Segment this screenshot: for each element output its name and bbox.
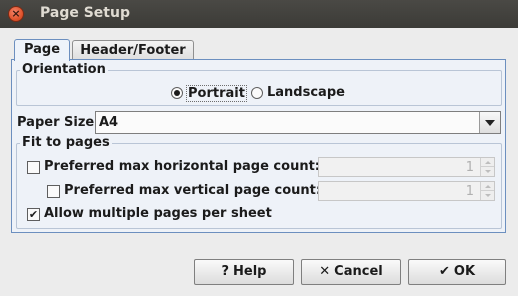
- tab-page[interactable]: Page: [14, 39, 70, 61]
- cancel-button[interactable]: ✕ Cancel: [301, 259, 401, 285]
- landscape-radio[interactable]: [251, 87, 263, 99]
- landscape-label[interactable]: Landscape: [267, 85, 345, 100]
- checkmark-icon: ✔: [438, 264, 450, 279]
- horizontal-count-label[interactable]: Preferred max horizontal page count:: [44, 159, 320, 174]
- allow-multiple-checkbox[interactable]: ✔: [27, 208, 40, 221]
- ok-button-label: OK: [453, 264, 476, 279]
- vertical-count-value: 1: [465, 184, 474, 199]
- fit-to-pages-label: Fit to pages: [20, 135, 112, 150]
- title-bar: × Page Setup: [0, 0, 518, 28]
- page-setup-dialog: × Page Setup Page Header/Footer Orientat…: [0, 0, 518, 296]
- vertical-count-label[interactable]: Preferred max vertical page count:: [64, 183, 321, 198]
- spin-up-icon[interactable]: [480, 158, 494, 167]
- spin-down-icon[interactable]: [480, 167, 494, 176]
- portrait-radio[interactable]: [171, 87, 183, 99]
- close-icon[interactable]: ×: [8, 6, 24, 22]
- paper-size-select[interactable]: A4: [95, 111, 501, 134]
- allow-multiple-label[interactable]: Allow multiple pages per sheet: [44, 206, 272, 221]
- horizontal-count-spinner[interactable]: 1: [318, 157, 495, 177]
- ok-button[interactable]: ✔ OK: [408, 259, 506, 285]
- horizontal-count-checkbox[interactable]: [27, 161, 40, 174]
- help-button-label: Help: [233, 264, 267, 279]
- window-title: Page Setup: [40, 5, 130, 21]
- cancel-button-label: Cancel: [334, 264, 383, 279]
- horizontal-count-value: 1: [465, 160, 474, 175]
- vertical-count-checkbox[interactable]: [47, 185, 60, 198]
- help-icon: ?: [221, 264, 230, 279]
- portrait-label[interactable]: Portrait: [186, 85, 247, 102]
- spin-up-icon[interactable]: [480, 182, 494, 191]
- orientation-label: Orientation: [20, 62, 108, 77]
- chevron-down-icon[interactable]: [479, 112, 500, 133]
- cancel-icon: ✕: [319, 264, 331, 279]
- tab-header-footer[interactable]: Header/Footer: [72, 40, 194, 60]
- vertical-count-spinner[interactable]: 1: [318, 181, 495, 201]
- paper-size-value: A4: [99, 115, 119, 130]
- help-button[interactable]: ? Help: [194, 259, 294, 285]
- paper-size-label: Paper Size: [17, 115, 95, 130]
- spin-down-icon[interactable]: [480, 191, 494, 200]
